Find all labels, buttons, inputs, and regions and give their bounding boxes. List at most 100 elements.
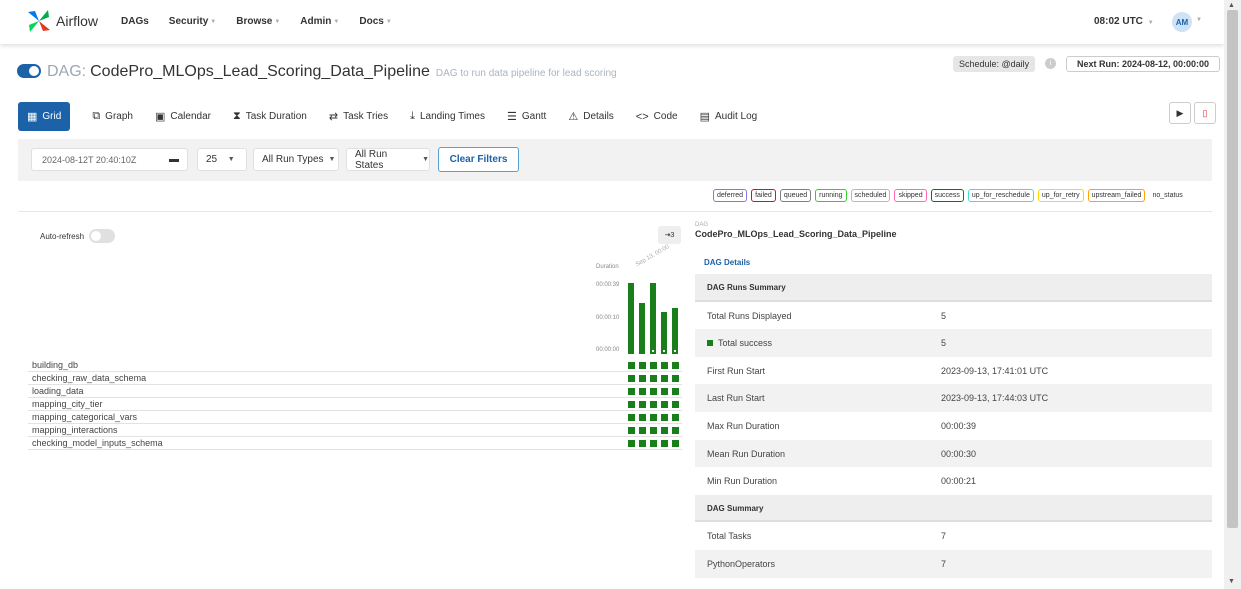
task-instance-success[interactable] bbox=[639, 427, 646, 434]
task-row[interactable]: checking_raw_data_schema bbox=[28, 372, 682, 385]
scroll-up-icon[interactable]: ▲ bbox=[1228, 2, 1235, 9]
nav-browse[interactable]: Browse ▼ bbox=[236, 16, 280, 27]
task-row[interactable]: checking_model_inputs_schema bbox=[28, 437, 682, 450]
dag-pause-toggle[interactable] bbox=[17, 64, 41, 78]
legend-success[interactable]: success bbox=[930, 189, 964, 202]
dag-details-link[interactable]: DAG Details bbox=[704, 258, 750, 267]
legend-upstream-failed[interactable]: upstream_failed bbox=[1087, 189, 1146, 202]
delete-dag-button[interactable]: ▯ bbox=[1194, 102, 1216, 124]
task-instance-success[interactable] bbox=[628, 388, 635, 395]
task-instance-success[interactable] bbox=[672, 388, 679, 395]
task-instance-success[interactable] bbox=[639, 362, 646, 369]
calendar-icon[interactable]: ▬ bbox=[169, 154, 179, 165]
task-instance-success[interactable] bbox=[639, 440, 646, 447]
details-value: 00:00:21 bbox=[941, 476, 977, 487]
auto-refresh-toggle[interactable] bbox=[89, 229, 116, 243]
nav-dags[interactable]: DAGs bbox=[121, 16, 149, 27]
collapse-details-button[interactable]: ⇥3 bbox=[658, 226, 681, 244]
num-runs-select[interactable]: 25 ▼ bbox=[197, 148, 247, 171]
task-instance-success[interactable] bbox=[650, 414, 657, 421]
tab-gantt[interactable]: ☰ Gantt bbox=[507, 110, 546, 123]
clear-filters-button[interactable]: Clear Filters bbox=[438, 147, 519, 172]
nav-docs[interactable]: Docs ▼ bbox=[359, 16, 391, 27]
nav-dags-label: DAGs bbox=[121, 16, 149, 27]
task-instance-success[interactable] bbox=[672, 440, 679, 447]
task-instance-success[interactable] bbox=[661, 388, 668, 395]
duration-tick: 00:00:39 bbox=[596, 282, 620, 288]
legend-failed[interactable]: failed bbox=[751, 189, 776, 202]
task-instance-success[interactable] bbox=[628, 375, 635, 382]
task-instance-success[interactable] bbox=[650, 388, 657, 395]
task-instance-success[interactable] bbox=[628, 362, 635, 369]
legend-running[interactable]: running bbox=[815, 189, 847, 202]
run-type-select[interactable]: All Run Types ▼ bbox=[253, 148, 339, 171]
run-duration-bar[interactable] bbox=[650, 283, 656, 354]
legend-up-for-reschedule[interactable]: up_for_reschedule bbox=[967, 189, 1034, 202]
info-icon[interactable]: i bbox=[1045, 58, 1056, 69]
task-instance-success[interactable] bbox=[628, 401, 635, 408]
task-instance-success[interactable] bbox=[661, 362, 668, 369]
task-instance-success[interactable] bbox=[650, 362, 657, 369]
tab-code[interactable]: <> Code bbox=[636, 111, 678, 123]
task-name: mapping_city_tier bbox=[32, 399, 103, 409]
task-instance-success[interactable] bbox=[639, 388, 646, 395]
task-row[interactable]: mapping_categorical_vars bbox=[28, 411, 682, 424]
task-instance-success[interactable] bbox=[650, 427, 657, 434]
tab-calendar[interactable]: ▣ Calendar bbox=[155, 110, 211, 123]
tab-audit-log[interactable]: ▤ Audit Log bbox=[700, 110, 758, 123]
task-instance-success[interactable] bbox=[650, 401, 657, 408]
task-instance-success[interactable] bbox=[661, 375, 668, 382]
task-name: loading_data bbox=[32, 386, 84, 396]
task-instance-success[interactable] bbox=[661, 427, 668, 434]
trigger-dag-button[interactable]: ▶ bbox=[1169, 102, 1191, 124]
tab-graph[interactable]: ⧉ Graph bbox=[92, 110, 133, 123]
chevron-down-icon[interactable]: ▼ bbox=[1196, 17, 1202, 23]
run-state-select[interactable]: All Run States ▼ bbox=[346, 148, 430, 171]
task-instance-success[interactable] bbox=[639, 414, 646, 421]
details-dag-name[interactable]: CodePro_MLOps_Lead_Scoring_Data_Pipeline bbox=[695, 229, 1212, 239]
legend-deferred[interactable]: deferred bbox=[713, 189, 748, 202]
legend-queued[interactable]: queued bbox=[779, 189, 812, 202]
scroll-down-icon[interactable]: ▼ bbox=[1228, 578, 1235, 585]
task-instance-success[interactable] bbox=[639, 375, 646, 382]
task-instance-success[interactable] bbox=[650, 375, 657, 382]
tab-task-duration[interactable]: ⧗ Task Duration bbox=[233, 110, 307, 123]
task-row[interactable]: mapping_interactions bbox=[28, 424, 682, 437]
tab-task-tries[interactable]: ⇄ Task Tries bbox=[329, 110, 388, 123]
tab-details[interactable]: ⚠ Details bbox=[568, 110, 613, 123]
run-duration-bar[interactable] bbox=[661, 312, 667, 354]
task-instance-success[interactable] bbox=[672, 427, 679, 434]
scroll-thumb[interactable] bbox=[1227, 10, 1238, 528]
task-row[interactable]: building_db bbox=[28, 359, 682, 372]
scrollbar[interactable]: ▲ ▼ bbox=[1224, 0, 1241, 589]
legend-up-for-retry[interactable]: up_for_retry bbox=[1037, 189, 1084, 202]
task-instance-success[interactable] bbox=[628, 414, 635, 421]
run-duration-bar[interactable] bbox=[628, 283, 634, 354]
task-instance-success[interactable] bbox=[628, 427, 635, 434]
task-instance-success[interactable] bbox=[661, 414, 668, 421]
task-row[interactable]: mapping_city_tier bbox=[28, 398, 682, 411]
task-instance-success[interactable] bbox=[672, 362, 679, 369]
task-instance-success[interactable] bbox=[650, 440, 657, 447]
timezone-dropdown[interactable]: 08:02 UTC ▼ bbox=[1094, 16, 1154, 27]
legend-skipped[interactable]: skipped bbox=[894, 189, 927, 202]
task-instance-success[interactable] bbox=[639, 401, 646, 408]
task-instance-success[interactable] bbox=[672, 375, 679, 382]
airflow-logo[interactable]: Airflow bbox=[26, 8, 98, 34]
nav-admin[interactable]: Admin ▼ bbox=[300, 16, 339, 27]
avatar[interactable]: AM bbox=[1172, 12, 1192, 32]
tab-grid[interactable]: ▦ Grid bbox=[18, 102, 71, 131]
task-instance-success[interactable] bbox=[672, 414, 679, 421]
task-row[interactable]: loading_data bbox=[28, 385, 682, 398]
run-duration-bar[interactable] bbox=[639, 303, 645, 354]
run-duration-bar[interactable] bbox=[672, 308, 678, 354]
base-date-input[interactable]: 2024-08-12T 20:40:10Z ▬ bbox=[31, 148, 188, 171]
tab-landing-times[interactable]: ⤓ Landing Times bbox=[410, 110, 485, 123]
nav-security[interactable]: Security ▼ bbox=[169, 16, 216, 27]
task-instance-success[interactable] bbox=[672, 401, 679, 408]
legend-no-status[interactable]: no_status bbox=[1149, 189, 1185, 202]
legend-scheduled[interactable]: scheduled bbox=[850, 189, 891, 202]
task-instance-success[interactable] bbox=[628, 440, 635, 447]
task-instance-success[interactable] bbox=[661, 440, 668, 447]
task-instance-success[interactable] bbox=[661, 401, 668, 408]
